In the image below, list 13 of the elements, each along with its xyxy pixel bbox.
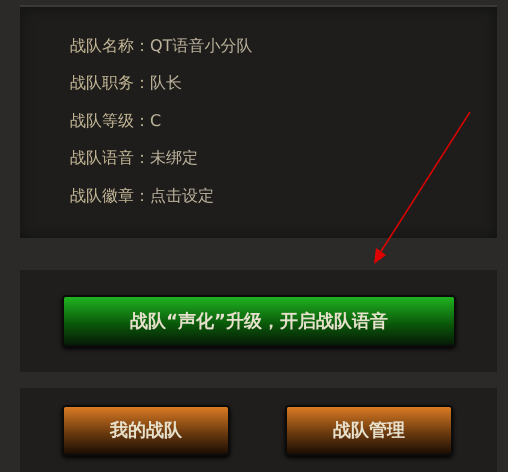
action-button[interactable]: 战队管理 <box>285 405 453 456</box>
info-label: 战队徽章： <box>70 184 150 207</box>
info-label: 战队职务： <box>70 72 150 94</box>
info-value: 点击设定 <box>150 184 214 207</box>
upgrade-button[interactable]: 战队“声化”升级，开启战队语音 <box>62 295 456 347</box>
info-value: 未绑定 <box>150 147 198 170</box>
info-value: 队长 <box>150 72 182 94</box>
info-value: C <box>150 110 162 132</box>
action-button[interactable]: 我的战队 <box>62 405 230 456</box>
info-value: QT语音小分队 <box>150 34 252 57</box>
info-label: 战队语音： <box>70 147 150 170</box>
info-label: 战队名称： <box>70 34 150 57</box>
info-label: 战队等级： <box>70 110 150 132</box>
